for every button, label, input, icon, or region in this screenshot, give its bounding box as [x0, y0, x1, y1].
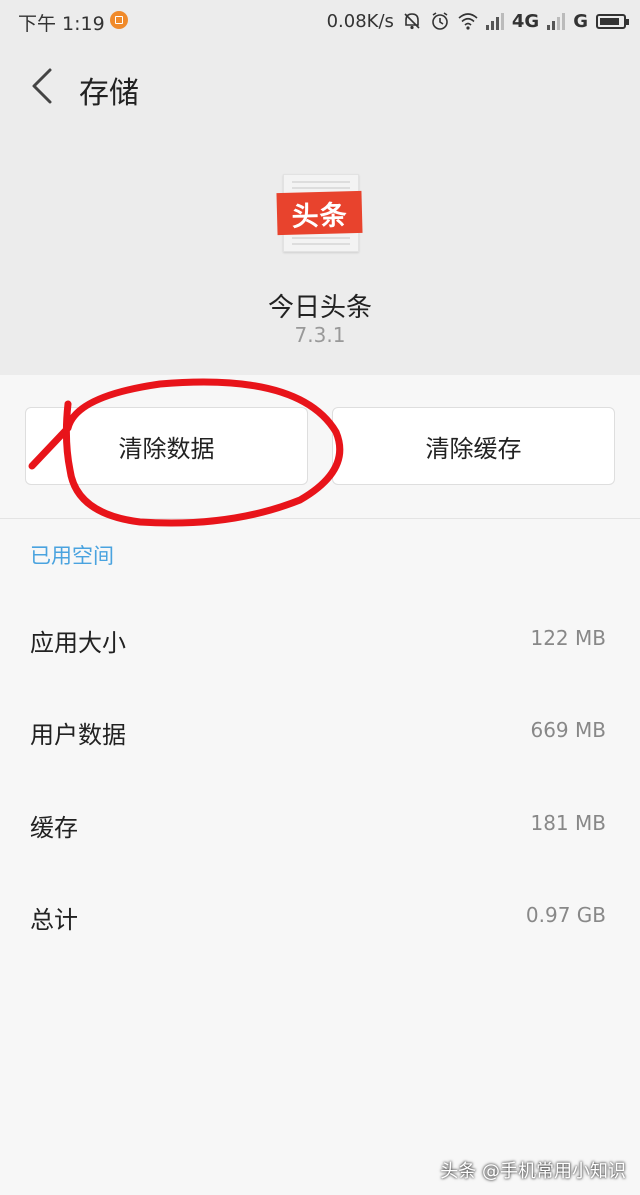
back-icon[interactable]	[26, 64, 66, 108]
notification-icon	[110, 11, 128, 29]
alarm-icon	[432, 12, 448, 30]
storage-row-user-data: 用户数据 669 MB	[0, 702, 640, 762]
app-version: 7.3.1	[294, 323, 346, 347]
storage-row-cache: 缓存 181 MB	[0, 795, 640, 855]
page-title: 存储	[79, 76, 139, 111]
row-label: 总计	[30, 906, 78, 934]
bell-muted-icon	[404, 13, 420, 30]
status-bar: 下午 1:19 0.08K/s 4G G	[0, 0, 640, 42]
nav-bar: 存储	[0, 54, 640, 118]
network-speed: 0.08K/s	[326, 10, 394, 32]
app-icon: 头条	[276, 174, 363, 252]
wifi-icon	[458, 13, 478, 30]
row-label: 应用大小	[30, 629, 126, 657]
storage-row-app-size: 应用大小 122 MB	[0, 610, 640, 670]
app-name: 今日头条	[267, 293, 372, 323]
clear-cache-button[interactable]: 清除缓存	[332, 407, 615, 485]
app-icon-label: 头条	[276, 190, 363, 236]
row-label: 缓存	[30, 814, 78, 842]
clear-data-button[interactable]: 清除数据	[25, 407, 308, 485]
divider	[0, 518, 640, 519]
network-type-4g: 4G	[511, 10, 540, 32]
row-value: 122 MB	[530, 626, 606, 650]
section-header-used-space: 已用空间	[30, 544, 114, 568]
row-value: 669 MB	[530, 718, 606, 742]
status-time: 下午 1:19	[18, 13, 105, 35]
storage-row-total: 总计 0.97 GB	[0, 887, 640, 947]
signal-icon	[485, 12, 504, 30]
signal-icon-2	[547, 12, 566, 30]
watermark: 头条 @手机常用小知识	[440, 1161, 626, 1182]
battery-icon	[596, 13, 629, 29]
network-type-g: G	[573, 10, 588, 32]
row-value: 0.97 GB	[525, 903, 606, 927]
row-label: 用户数据	[30, 721, 126, 749]
status-icons: 0.08K/s 4G G	[326, 9, 629, 33]
row-value: 181 MB	[530, 811, 606, 835]
